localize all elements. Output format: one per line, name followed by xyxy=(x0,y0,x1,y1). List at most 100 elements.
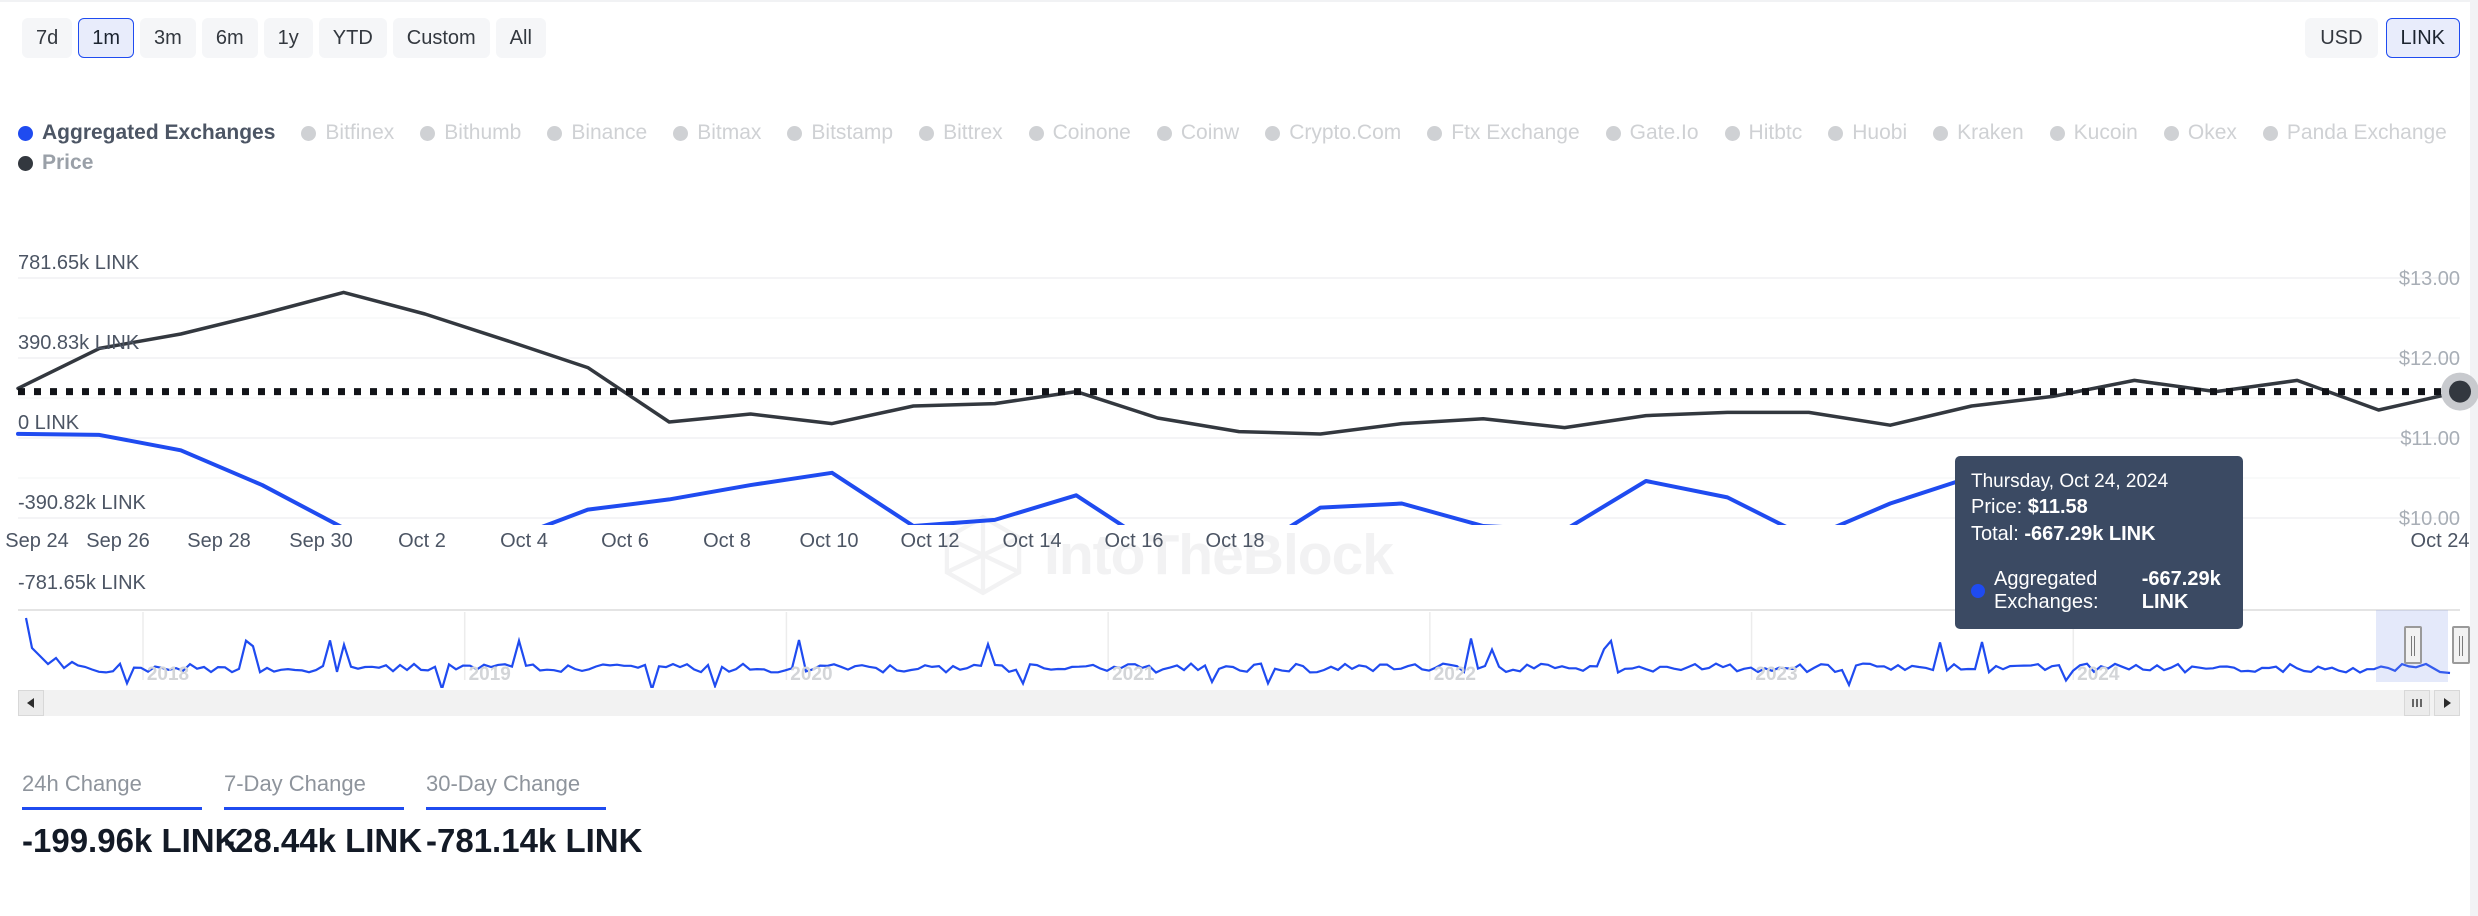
x-tick-label: Oct 8 xyxy=(703,530,751,552)
legend-item-label: Kucoin xyxy=(2073,121,2138,144)
range-button-1y[interactable]: 1y xyxy=(263,18,313,58)
stat-label: 30-Day Change xyxy=(426,771,581,796)
range-button-custom[interactable]: Custom xyxy=(392,18,490,58)
legend-item-huobi[interactable]: Huobi xyxy=(1828,120,1907,146)
scroll-right-button[interactable] xyxy=(2434,690,2460,716)
legend-item-kraken[interactable]: Kraken xyxy=(1933,120,2024,146)
legend-item-kucoin[interactable]: Kucoin xyxy=(2049,120,2138,146)
legend-item-binance[interactable]: Binance xyxy=(547,120,647,146)
legend-item-bithumb[interactable]: Bithumb xyxy=(420,120,521,146)
price-end-marker xyxy=(2441,372,2478,411)
legend-item-label: Bitmax xyxy=(697,121,762,144)
range-button-ytd[interactable]: YTD xyxy=(318,18,387,58)
x-tick-label: Oct 4 xyxy=(500,530,548,552)
legend-item-price[interactable]: Price xyxy=(18,150,93,176)
legend-item-aggregated-exchanges[interactable]: Aggregated Exchanges xyxy=(18,120,275,146)
legend-item-crypto-com[interactable]: Crypto.Com xyxy=(1265,120,1401,146)
legend-dot-icon xyxy=(787,125,803,141)
stat-card: 7-Day Change -28.44k LINK xyxy=(224,770,422,860)
tooltip-series-dot-icon xyxy=(1971,584,1985,598)
chevron-right-icon xyxy=(2444,698,2451,708)
scroll-left-button[interactable] xyxy=(18,690,44,716)
stat-label: 7-Day Change xyxy=(224,771,366,796)
legend-item-label: Bitstamp xyxy=(811,121,894,144)
x-tick-label: Oct 18 xyxy=(1205,530,1265,552)
legend-dot-icon xyxy=(1828,125,1844,141)
x-tick-label: Oct 6 xyxy=(601,530,649,552)
legend-item-bitfinex[interactable]: Bitfinex xyxy=(301,120,394,146)
legend-dot-icon xyxy=(2163,125,2179,141)
navigator-handle-right[interactable] xyxy=(2452,626,2470,664)
unit-button-usd[interactable]: USD xyxy=(2305,18,2378,58)
legend-dot-icon xyxy=(547,125,563,141)
legend-item-gate-io[interactable]: Gate.Io xyxy=(1605,120,1699,146)
tooltip-total-label: Total: xyxy=(1971,523,2025,545)
y-tick-left: -781.65k LINK xyxy=(18,572,146,594)
legend-item-label: Coinone xyxy=(1052,121,1131,144)
legend-item-label: Aggregated Exchanges xyxy=(42,121,276,144)
legend-item-okex[interactable]: Okex xyxy=(2163,120,2237,146)
range-button-3m[interactable]: 3m xyxy=(140,18,196,58)
legend-item-label: Binance xyxy=(571,121,648,144)
legend-item-label: Gate.Io xyxy=(1629,121,1699,144)
legend-item-panda-exchange[interactable]: Panda Exchange xyxy=(2262,120,2447,146)
x-tick-label: Oct 10 xyxy=(799,530,859,552)
navigator-handle-left[interactable] xyxy=(2404,626,2422,664)
legend-item-coinone[interactable]: Coinone xyxy=(1028,120,1131,146)
legend-item-bitmax[interactable]: Bitmax xyxy=(673,120,761,146)
stat-accent-rule xyxy=(426,807,606,810)
navigator-year-label: 2019 xyxy=(468,664,511,685)
tooltip-total-value: -667.29k LINK xyxy=(2024,523,2156,545)
range-button-7d[interactable]: 7d xyxy=(22,18,73,58)
legend-item-label: Coinw xyxy=(1180,121,1240,144)
navigator-year-label: 2023 xyxy=(1755,664,1798,685)
navigator-year-label: 2020 xyxy=(790,664,833,685)
tooltip-price-label: Price: xyxy=(1971,496,2028,518)
x-tick-label: Sep 30 xyxy=(289,530,353,552)
legend-item-ftx-exchange[interactable]: Ftx Exchange xyxy=(1427,120,1580,146)
chart-toolbar: 7d 1m 3m 6m 1y YTD Custom All USD LINK xyxy=(0,0,2478,78)
scrollbar-thumb[interactable] xyxy=(2404,690,2430,716)
stat-accent-rule xyxy=(22,807,202,810)
legend-item-bittrex[interactable]: Bittrex xyxy=(919,120,1003,146)
x-tick-label: Oct 16 xyxy=(1104,530,1164,552)
y-tick-left: -390.82k LINK xyxy=(18,492,146,514)
navigator-year-label: 2021 xyxy=(1112,664,1155,685)
legend-item-hitbtc[interactable]: Hitbtc xyxy=(1724,120,1803,146)
legend-item-label: Huobi xyxy=(1852,121,1908,144)
legend-item-label: Okex xyxy=(2187,121,2237,144)
legend-dot-icon xyxy=(919,125,935,141)
navigator-year-label: 2018 xyxy=(146,664,190,685)
legend-dot-icon xyxy=(18,155,33,171)
x-tick-label: Sep 28 xyxy=(187,530,251,552)
navigator-year-label: 2022 xyxy=(1433,664,1476,685)
stat-label: 24h Change xyxy=(22,771,142,796)
legend-item-label: Panda Exchange xyxy=(2286,121,2447,144)
range-button-6m[interactable]: 6m xyxy=(201,18,258,58)
netflow-chart-widget: 7d 1m 3m 6m 1y YTD Custom All USD LINK Aggregate… xyxy=(0,0,2478,916)
legend-dot-icon xyxy=(1724,125,1740,141)
tooltip-total-row: Total: -667.29k LINK xyxy=(1971,521,2227,548)
legend-dot-icon xyxy=(1028,125,1044,141)
series-line-price xyxy=(16,290,2462,436)
legend-dot-icon xyxy=(301,125,317,141)
unit-button-link[interactable]: LINK xyxy=(2385,18,2460,58)
x-tick-label: Oct 2 xyxy=(398,530,446,552)
legend-item-label: Ftx Exchange xyxy=(1451,121,1580,144)
tooltip-price-value: $11.58 xyxy=(2027,496,2088,518)
legend-dot-icon xyxy=(1427,125,1443,141)
legend-item-coinw[interactable]: Coinw xyxy=(1156,120,1240,146)
legend-item-label: Hitbtc xyxy=(1748,121,1803,144)
tooltip-price-row: Price: $11.58 xyxy=(1971,494,2227,521)
x-tick-label: Oct 12 xyxy=(900,530,960,552)
range-button-1m[interactable]: 1m xyxy=(78,18,135,58)
legend-item-bitstamp[interactable]: Bitstamp xyxy=(787,120,893,146)
x-tick-label: Sep 24 xyxy=(5,530,69,552)
y-tick-right: $10.00 xyxy=(2398,508,2460,530)
legend-dot-icon xyxy=(18,125,33,141)
legend-dot-icon xyxy=(673,125,689,141)
navigator-scrollbar[interactable] xyxy=(18,690,2460,716)
legend-dot-icon xyxy=(2049,125,2065,141)
range-button-all[interactable]: All xyxy=(495,18,546,58)
x-tick-label: Sep 26 xyxy=(86,530,150,552)
